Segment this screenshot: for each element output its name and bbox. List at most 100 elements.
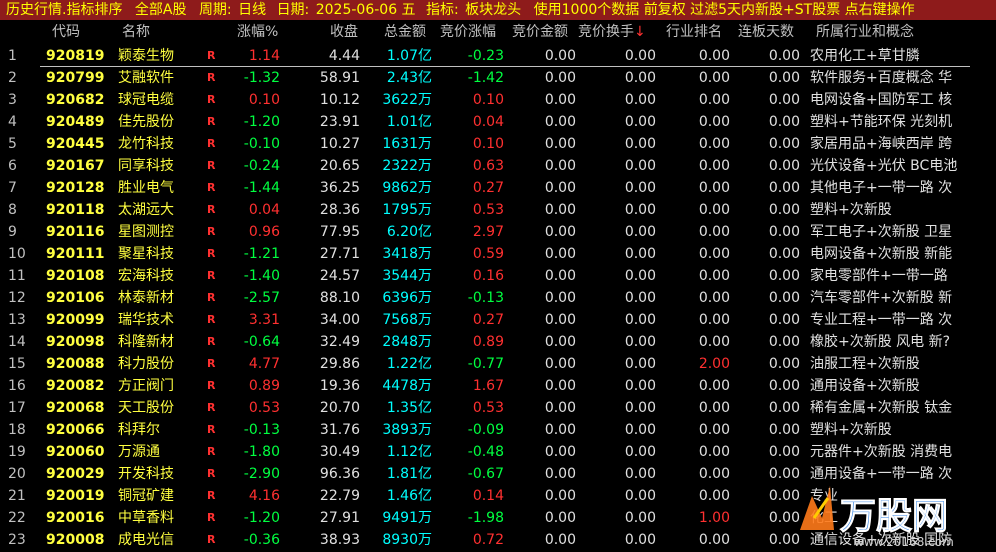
industry-concept: 家居用品+海峡西岸 跨 bbox=[810, 136, 953, 152]
stock-code[interactable]: 920016 bbox=[46, 507, 108, 529]
table-row[interactable]: 5 920445 龙竹科技 R -0.10 10.27 1631万 0.10 0.00 0.00 0… bbox=[0, 133, 996, 155]
margin-flag: R bbox=[207, 313, 216, 326]
industry-rank: 0.00 bbox=[698, 114, 730, 130]
title-indicator-label: 指标: bbox=[426, 2, 459, 18]
col-close[interactable]: 收盘 bbox=[330, 21, 358, 43]
stock-code[interactable]: 920029 bbox=[46, 463, 108, 485]
table-row[interactable]: 8 920118 太湖远大 R 0.04 28.36 1795万 0.53 0.00 0.00 0.… bbox=[0, 199, 996, 221]
table-row[interactable]: 13 920099 瑞华技术 R 3.31 34.00 7568万 0.27 0.00 0.00 0… bbox=[0, 309, 996, 331]
stock-code[interactable]: 920066 bbox=[46, 419, 108, 441]
stock-name[interactable]: 太湖远大 bbox=[118, 199, 200, 221]
stock-code[interactable]: 920008 bbox=[46, 529, 108, 551]
row-index: 12 bbox=[8, 290, 26, 306]
stock-name[interactable]: 科拜尔 bbox=[118, 419, 200, 441]
stock-name[interactable]: 艾融软件 bbox=[118, 67, 200, 89]
stock-code[interactable]: 920088 bbox=[46, 353, 108, 375]
row-index: 14 bbox=[8, 334, 26, 350]
col-name[interactable]: 名称 bbox=[122, 21, 150, 43]
stock-code[interactable]: 920019 bbox=[46, 485, 108, 507]
table-row[interactable]: 1 920819 颖泰生物 R 1.14 4.44 1.07亿 -0.23 0.00 0.00 0.… bbox=[0, 45, 996, 67]
stock-code[interactable]: 920098 bbox=[46, 331, 108, 353]
margin-flag: R bbox=[207, 401, 216, 414]
stock-code[interactable]: 920118 bbox=[46, 199, 108, 221]
stock-code[interactable]: 920099 bbox=[46, 309, 108, 331]
col-industry[interactable]: 所属行业和概念 bbox=[816, 21, 914, 43]
table-row[interactable]: 12 920106 林泰新材 R -2.57 88.10 6396万 -0.13 0.00 0.0… bbox=[0, 287, 996, 309]
col-code[interactable]: 代码 bbox=[52, 21, 80, 43]
stock-name[interactable]: 佳先股份 bbox=[118, 111, 200, 133]
margin-flag: R bbox=[207, 71, 216, 84]
stock-code[interactable]: 920068 bbox=[46, 397, 108, 419]
stock-code[interactable]: 920116 bbox=[46, 221, 108, 243]
table-row[interactable]: 10 920111 聚星科技 R -1.21 27.71 3418万 0.59 0.00 0.00… bbox=[0, 243, 996, 265]
bid-amount: 0.00 bbox=[544, 246, 576, 262]
amount-value: 2322 bbox=[382, 158, 418, 174]
amount-value: 1.81 bbox=[386, 466, 418, 482]
stock-name[interactable]: 胜业电气 bbox=[118, 177, 200, 199]
title-indicator-value[interactable]: 板块龙头 bbox=[463, 0, 521, 20]
stock-name[interactable]: 科隆新材 bbox=[118, 331, 200, 353]
table-row[interactable]: 17 920068 天工股份 R 0.53 20.70 1.35亿 0.53 0.00 0.00 0… bbox=[0, 397, 996, 419]
stock-name[interactable]: 万源通 bbox=[118, 441, 200, 463]
stock-code[interactable]: 920111 bbox=[46, 243, 108, 265]
stock-name[interactable]: 宏海科技 bbox=[118, 265, 200, 287]
stock-code[interactable]: 920445 bbox=[46, 133, 108, 155]
col-bid-pct[interactable]: 竞价涨幅 bbox=[440, 21, 496, 43]
title-date-value[interactable]: 2025-06-06 五 bbox=[314, 0, 416, 20]
stock-name[interactable]: 星图测控 bbox=[118, 221, 200, 243]
col-days[interactable]: 连板天数 bbox=[738, 21, 794, 43]
stock-name[interactable]: 科力股份 bbox=[118, 353, 200, 375]
table-row[interactable]: 7 920128 胜业电气 R -1.44 36.25 9862万 0.27 0.00 0.00 0… bbox=[0, 177, 996, 199]
stock-name[interactable]: 颖泰生物 bbox=[118, 45, 200, 67]
stock-name[interactable]: 聚星科技 bbox=[118, 243, 200, 265]
col-bid-amount[interactable]: 竞价金额 bbox=[512, 21, 568, 43]
title-market[interactable]: 全部A股 bbox=[127, 0, 187, 20]
bid-pct: 0.27 bbox=[472, 180, 504, 196]
table-row[interactable]: 3 920682 球冠电缆 R 0.10 10.12 3622万 0.10 0.00 0.00 0.… bbox=[0, 89, 996, 111]
industry-concept: 汽车零部件+次新股 新 bbox=[810, 290, 953, 306]
stock-code[interactable]: 920682 bbox=[46, 89, 108, 111]
stock-name[interactable]: 天工股份 bbox=[118, 397, 200, 419]
stock-name[interactable]: 瑞华技术 bbox=[118, 309, 200, 331]
limit-up-days: 0.00 bbox=[768, 70, 800, 86]
limit-up-days: 0.00 bbox=[768, 334, 800, 350]
stock-name[interactable]: 龙竹科技 bbox=[118, 133, 200, 155]
row-index: 19 bbox=[8, 444, 26, 460]
col-rank[interactable]: 行业排名 bbox=[666, 21, 722, 43]
stock-code[interactable]: 920799 bbox=[46, 67, 108, 89]
stock-name[interactable]: 中草香料 bbox=[118, 507, 200, 529]
total-amount: 1.22亿 bbox=[362, 353, 432, 375]
table-row[interactable]: 18 920066 科拜尔 R -0.13 31.76 3893万 -0.09 0.00 0.00… bbox=[0, 419, 996, 441]
table-row[interactable]: 15 920088 科力股份 R 4.77 29.86 1.22亿 -0.77 0.00 0.00… bbox=[0, 353, 996, 375]
stock-name[interactable]: 开发科技 bbox=[118, 463, 200, 485]
col-amount[interactable]: 总金额 bbox=[384, 21, 426, 43]
stock-code[interactable]: 920108 bbox=[46, 265, 108, 287]
stock-name[interactable]: 球冠电缆 bbox=[118, 89, 200, 111]
table-row[interactable]: 6 920167 同享科技 R -0.24 20.65 2322万 0.63 0.00 0.00 0… bbox=[0, 155, 996, 177]
stock-code[interactable]: 920106 bbox=[46, 287, 108, 309]
stock-name[interactable]: 成电光信 bbox=[118, 529, 200, 551]
table-row[interactable]: 16 920082 方正阀门 R 0.89 19.36 4478万 1.67 0.00 0.00 0… bbox=[0, 375, 996, 397]
table-row[interactable]: 2 920799 艾融软件 R -1.32 58.91 2.43亿 -1.42 0.00 0.00… bbox=[0, 67, 996, 89]
stock-name[interactable]: 方正阀门 bbox=[118, 375, 200, 397]
stock-name[interactable]: 林泰新材 bbox=[118, 287, 200, 309]
stock-name[interactable]: 同享科技 bbox=[118, 155, 200, 177]
stock-code[interactable]: 920167 bbox=[46, 155, 108, 177]
stock-code[interactable]: 920060 bbox=[46, 441, 108, 463]
stock-name[interactable]: 铜冠矿建 bbox=[118, 485, 200, 507]
col-bid-turnover[interactable]: 竞价换手↓ bbox=[578, 21, 646, 43]
table-row[interactable]: 4 920489 佳先股份 R -1.20 23.91 1.01亿 0.04 0.00 0.00 0… bbox=[0, 111, 996, 133]
amount-unit: 亿 bbox=[418, 114, 432, 130]
margin-flag: R bbox=[207, 335, 216, 348]
stock-code[interactable]: 920128 bbox=[46, 177, 108, 199]
table-row[interactable]: 11 920108 宏海科技 R -1.40 24.57 3544万 0.16 0.00 0.00… bbox=[0, 265, 996, 287]
amount-unit: 万 bbox=[418, 246, 432, 262]
table-row[interactable]: 9 920116 星图测控 R 0.96 77.95 6.20亿 2.97 0.00 0.00 0.… bbox=[0, 221, 996, 243]
title-period-value[interactable]: 日线 bbox=[236, 0, 266, 20]
stock-code[interactable]: 920489 bbox=[46, 111, 108, 133]
col-pct[interactable]: 涨幅% bbox=[237, 21, 278, 43]
table-row[interactable]: 19 920060 万源通 R -1.80 30.49 1.12亿 -0.48 0.00 0.00… bbox=[0, 441, 996, 463]
stock-code[interactable]: 920082 bbox=[46, 375, 108, 397]
stock-code[interactable]: 920819 bbox=[46, 45, 108, 67]
table-row[interactable]: 14 920098 科隆新材 R -0.64 32.49 2848万 0.89 0.00 0.00… bbox=[0, 331, 996, 353]
